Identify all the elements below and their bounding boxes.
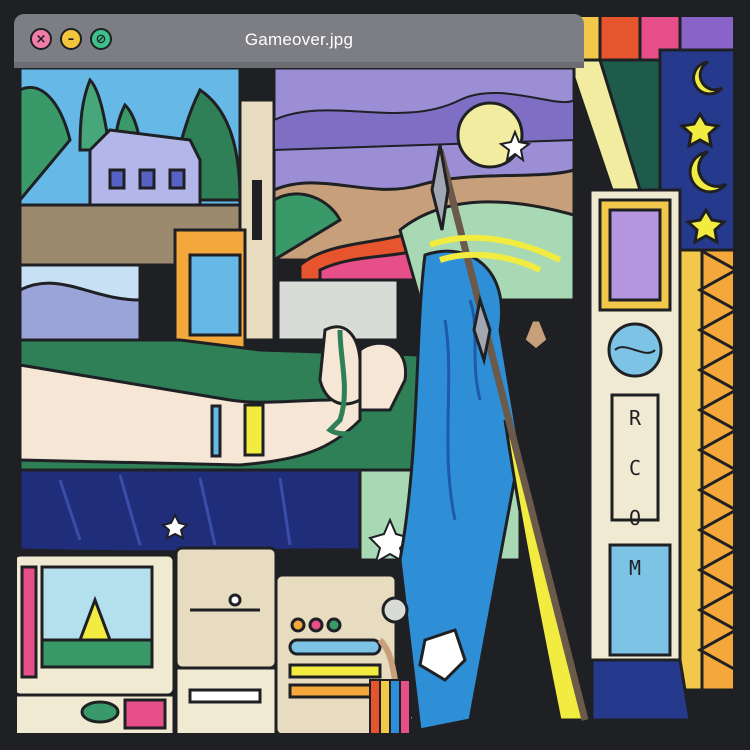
color-strip <box>369 679 411 736</box>
poster-letter: M <box>623 556 647 580</box>
poster-letter: O <box>623 506 647 530</box>
stained-glass-panel <box>588 188 692 722</box>
poster-letter: C <box>623 456 647 480</box>
house <box>88 128 202 207</box>
pc-tower <box>174 546 278 740</box>
window-title: Gameover.jpg <box>244 30 354 49</box>
window-titlebar: × – ⊘ Gameover.jpg <box>14 14 584 68</box>
poster-letter: R <box>623 406 647 430</box>
retro-computer <box>12 553 176 737</box>
image-viewer: R C O M × – ⊘ Gameover.jpg <box>0 0 750 750</box>
illustration-canvas: R C O M <box>0 0 750 750</box>
moon <box>456 101 524 169</box>
